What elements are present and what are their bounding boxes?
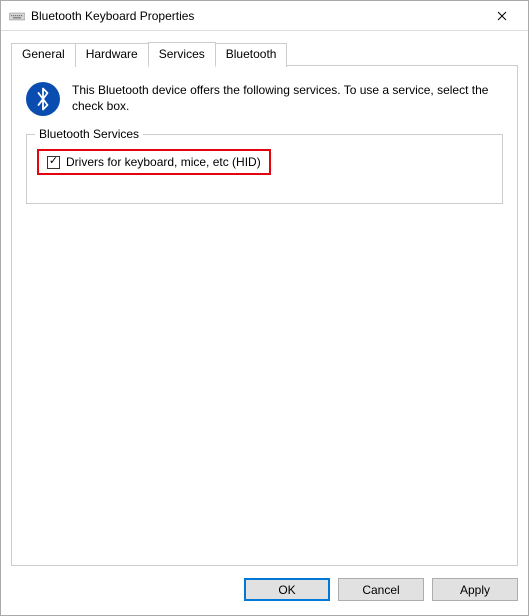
service-hid-checkbox[interactable] [47,156,60,169]
dialog-body: General Hardware Services Bluetooth This… [1,31,528,566]
cancel-button[interactable]: Cancel [338,578,424,601]
bluetooth-services-group: Bluetooth Services Drivers for keyboard,… [26,134,503,204]
bluetooth-icon [26,82,60,116]
titlebar: Bluetooth Keyboard Properties [1,1,528,31]
group-label: Bluetooth Services [35,127,143,141]
tab-bluetooth[interactable]: Bluetooth [215,43,288,67]
properties-dialog: Bluetooth Keyboard Properties General Ha… [0,0,529,616]
tab-general[interactable]: General [11,43,76,67]
keyboard-icon [9,8,25,24]
service-row-hid: Drivers for keyboard, mice, etc (HID) [37,149,271,175]
apply-button[interactable]: Apply [432,578,518,601]
ok-button[interactable]: OK [244,578,330,601]
intro-text: This Bluetooth device offers the followi… [72,80,503,114]
intro-row: This Bluetooth device offers the followi… [26,80,503,116]
tab-hardware[interactable]: Hardware [75,43,149,67]
window-title: Bluetooth Keyboard Properties [31,9,480,23]
tabstrip: General Hardware Services Bluetooth [11,41,518,65]
dialog-buttons: OK Cancel Apply [1,566,528,615]
close-button[interactable] [480,2,524,30]
tab-content-services: This Bluetooth device offers the followi… [11,65,518,566]
tab-services[interactable]: Services [148,42,216,66]
service-hid-label: Drivers for keyboard, mice, etc (HID) [66,155,261,169]
